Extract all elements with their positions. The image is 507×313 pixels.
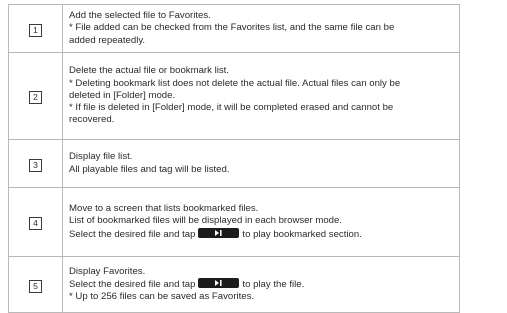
row-description: Display file list. All playable files an… xyxy=(62,139,460,188)
table-row: 1 Add the selected file to Favorites. * … xyxy=(8,4,460,53)
description-line-with-button: Select the desired file and tap to play t… xyxy=(69,277,453,291)
row-number-cell: 3 xyxy=(8,139,63,188)
row-description: Move to a screen that lists bookmarked f… xyxy=(62,187,460,257)
row-number-badge: 5 xyxy=(29,279,42,293)
table-row: 4 Move to a screen that lists bookmarked… xyxy=(8,187,460,257)
table-row: 3 Display file list. All playable files … xyxy=(8,139,460,188)
row-description: Display Favorites. Select the desired fi… xyxy=(62,256,460,313)
row-number-badge: 2 xyxy=(29,91,42,104)
description-line: List of bookmarked files will be display… xyxy=(69,215,343,227)
row-number-badge: 4 xyxy=(29,217,42,230)
description-line: * File added can be checked from the Fav… xyxy=(69,22,395,34)
row-number-badge: 1 xyxy=(29,23,42,37)
table-row: 2 Delete the actual file or bookmark lis… xyxy=(8,52,460,140)
row-number-cell: 4 xyxy=(8,187,63,257)
row-number-cell: 5 xyxy=(8,256,63,313)
description-line: Move to a screen that lists bookmarked f… xyxy=(69,203,259,215)
row-number-badge: 3 xyxy=(29,158,42,172)
description-line: * Up to 256 files can be saved as Favori… xyxy=(69,291,255,303)
row-description: Add the selected file to Favorites. * Fi… xyxy=(62,4,460,53)
button-line-prefix: Select the desired file and tap xyxy=(69,228,196,240)
skip-next-button[interactable] xyxy=(198,277,240,288)
button-line-prefix: Select the desired file and tap xyxy=(69,278,196,290)
button-line-suffix: to play bookmarked section. xyxy=(242,228,362,240)
button-line-suffix: to play the file. xyxy=(242,278,305,290)
row-number-cell: 2 xyxy=(8,52,63,140)
description-line: Display file list. xyxy=(69,151,133,163)
description-line: All playable files and tag will be liste… xyxy=(69,163,230,175)
description-line-with-button: Select the desired file and tap to play b… xyxy=(69,227,453,241)
skip-next-button[interactable] xyxy=(198,227,240,238)
table-row: 5 Display Favorites. Select the desired … xyxy=(8,256,460,313)
instruction-table: 1 Add the selected file to Favorites. * … xyxy=(8,4,460,313)
description-line: * If file is deleted in [Folder] mode, i… xyxy=(69,102,394,114)
skip-next-icon xyxy=(215,279,223,286)
description-line: Display Favorites. xyxy=(69,265,146,277)
description-line: added repeatedly. xyxy=(69,34,146,46)
skip-next-icon xyxy=(215,229,223,236)
description-line: Add the selected file to Favorites. xyxy=(69,10,211,22)
row-description: Delete the actual file or bookmark list.… xyxy=(62,52,460,140)
description-line: recovered. xyxy=(69,114,115,126)
row-number-cell: 1 xyxy=(8,4,63,53)
description-line: Delete the actual file or bookmark list. xyxy=(69,65,229,77)
description-line: * Deleting bookmark list does not delete… xyxy=(69,77,401,89)
description-line: deleted in [Folder] mode. xyxy=(69,89,176,101)
